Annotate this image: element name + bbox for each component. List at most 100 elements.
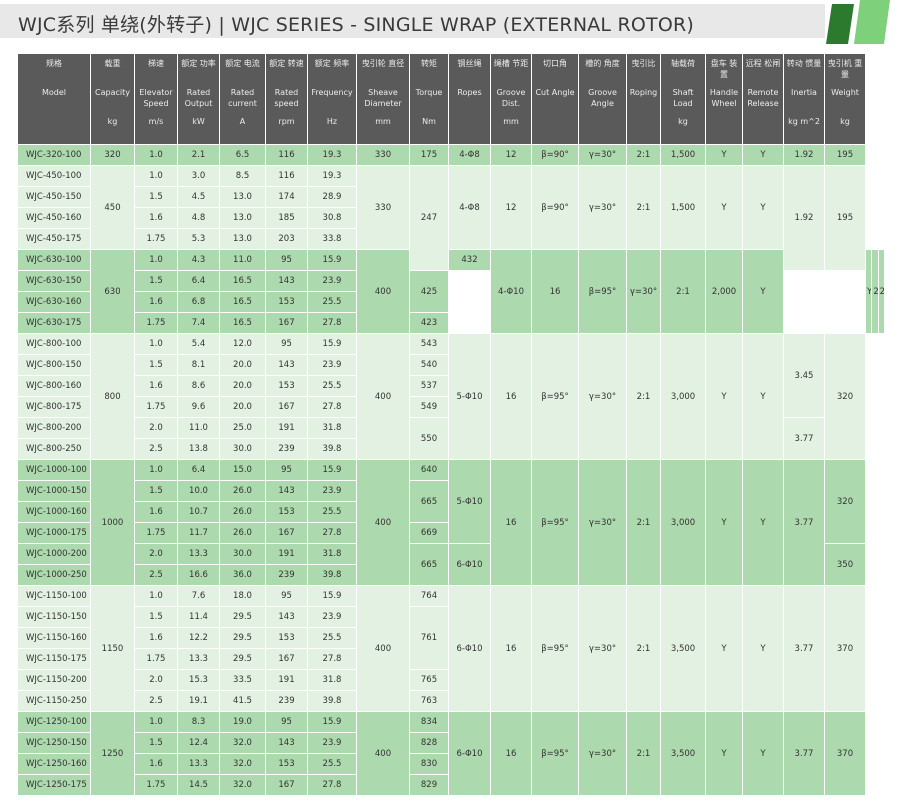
model-cell: WJC-800-175 [18, 397, 90, 417]
rated-current-cell: 19.0 [220, 712, 265, 732]
groove-angle-cell: γ=30° [579, 334, 626, 459]
weight-cell: 195 [825, 145, 865, 165]
capacity-cell: 630 [91, 250, 134, 333]
rated-output-cell: 2.1 [178, 145, 219, 165]
handle-wheel-cell: Y [706, 334, 742, 459]
header-zh: 梯速 [148, 59, 164, 68]
column-header: 切口角 Cut Angle [532, 54, 578, 144]
weight-cell: 370 [825, 586, 865, 711]
groove-angle-cell: γ=30° [579, 166, 626, 249]
ropes-cell: 6-Φ10 [449, 712, 490, 795]
speed-cell: 2.0 [135, 544, 177, 564]
capacity-cell: 1150 [91, 586, 134, 711]
model-cell: WJC-1000-160 [18, 502, 90, 522]
rated-output-cell: 7.6 [178, 586, 219, 606]
rated-speed-cell: 95 [266, 586, 307, 606]
model-cell: WJC-1000-250 [18, 565, 90, 585]
frequency-cell: 30.8 [308, 208, 356, 228]
torque-cell: 550 [410, 418, 448, 459]
frequency-cell: 19.3 [308, 166, 356, 186]
torque-cell: 765 [410, 670, 448, 690]
inertia-cell: 1.92 [784, 145, 824, 165]
sheave-diameter-cell: 330 [357, 166, 409, 249]
column-header: 额定 功率 Rated Output kW [178, 54, 219, 144]
speed-cell: 1.75 [135, 523, 177, 543]
rated-speed-cell: 167 [266, 775, 307, 795]
frequency-cell: 15.9 [308, 586, 356, 606]
groove-dist-cell: 16 [491, 334, 531, 459]
rated-current-cell: 16.5 [220, 292, 265, 312]
torque-cell: 247 [410, 166, 448, 270]
groove-dist-cell: 16 [491, 460, 531, 585]
groove-dist-cell: 16 [532, 250, 578, 333]
ropes-cell: 4-Φ8 [449, 145, 490, 165]
model-cell: WJC-1150-200 [18, 670, 90, 690]
model-cell: WJC-1250-150 [18, 733, 90, 753]
table-body: WJC-320-100 320 1.0 2.1 6.5 116 19.3 330 175 4-Φ8… [18, 145, 884, 795]
header-en: Elevator Speed [139, 88, 173, 108]
header-en: Weight [831, 88, 859, 97]
header-unit: kg [678, 117, 688, 126]
frequency-cell: 27.8 [308, 775, 356, 795]
inertia-cell: 3.45 [784, 334, 824, 417]
rated-speed-cell: 143 [266, 481, 307, 501]
weight-cell: 320 [825, 460, 865, 543]
rated-output-cell: 12.4 [178, 733, 219, 753]
column-header: 曳引比 Roping [627, 54, 660, 144]
rated-speed-cell: 95 [266, 460, 307, 480]
rated-current-cell: 11.0 [220, 250, 265, 270]
model-cell: WJC-1250-100 [18, 712, 90, 732]
groove-angle-cell: γ=30° [579, 586, 626, 711]
weight-cell: 260 [878, 250, 884, 333]
header-en: Rated Output [184, 88, 213, 108]
shaft-load-cell: 3,000 [661, 460, 705, 585]
torque-cell: 669 [410, 523, 448, 543]
handle-wheel-cell: Y [743, 250, 783, 333]
page-title: WJC系列 单绕(外转子) | WJC SERIES - SINGLE WRAP… [18, 14, 694, 36]
frequency-cell: 23.9 [308, 607, 356, 627]
weight-cell: 370 [825, 712, 865, 795]
header-zh: 盘车 装置 [710, 59, 738, 79]
header-unit: kg [840, 117, 850, 126]
torque-cell: 834 [410, 712, 448, 732]
cut-angle-cell: β=95° [532, 334, 578, 459]
shaft-load-cell: 2,000 [706, 250, 742, 333]
table-header-row: 规格 Model 载重 Capacity kg 梯速 Elevator Speed m/s 额定… [18, 54, 884, 144]
frequency-cell: 23.9 [308, 355, 356, 375]
rated-speed-cell: 95 [266, 712, 307, 732]
rated-output-cell: 6.4 [178, 460, 219, 480]
model-cell: WJC-1150-150 [18, 607, 90, 627]
frequency-cell: 25.5 [308, 292, 356, 312]
groove-dist-cell: 12 [491, 145, 531, 165]
rated-current-cell: 16.5 [220, 271, 265, 291]
header-unit: kg m^2 [788, 117, 820, 126]
torque-cell: 543 [410, 334, 448, 354]
torque-cell: 761 [410, 607, 448, 669]
column-header: 额定 转速 Rated speed rpm [266, 54, 307, 144]
rated-output-cell: 5.4 [178, 334, 219, 354]
cut-angle-cell: β=95° [532, 460, 578, 585]
rated-current-cell: 29.5 [220, 649, 265, 669]
rated-current-cell: 36.0 [220, 565, 265, 585]
speed-cell: 1.6 [135, 208, 177, 228]
frequency-cell: 27.8 [308, 397, 356, 417]
speed-cell: 1.6 [135, 502, 177, 522]
frequency-cell: 19.3 [308, 145, 356, 165]
column-header: 绳槽 节距 Groove Dist. mm [491, 54, 531, 144]
rated-current-cell: 32.0 [220, 775, 265, 795]
shaft-load-cell: 3,000 [661, 334, 705, 459]
shaft-load-cell: 3,500 [661, 586, 705, 711]
rated-speed-cell: 153 [266, 376, 307, 396]
rated-output-cell: 10.0 [178, 481, 219, 501]
rated-current-cell: 16.5 [220, 313, 265, 333]
rated-output-cell: 13.8 [178, 439, 219, 459]
header-zh: 槽的 角度 [585, 59, 620, 68]
cut-angle-cell: β=90° [532, 166, 578, 249]
handle-wheel-cell: Y [706, 586, 742, 711]
rated-speed-cell: 95 [266, 250, 307, 270]
column-header: 钢丝绳 Ropes [449, 54, 490, 144]
speed-cell: 1.75 [135, 313, 177, 333]
torque-cell: 432 [449, 250, 490, 270]
rated-output-cell: 10.7 [178, 502, 219, 522]
rated-speed-cell: 116 [266, 166, 307, 186]
